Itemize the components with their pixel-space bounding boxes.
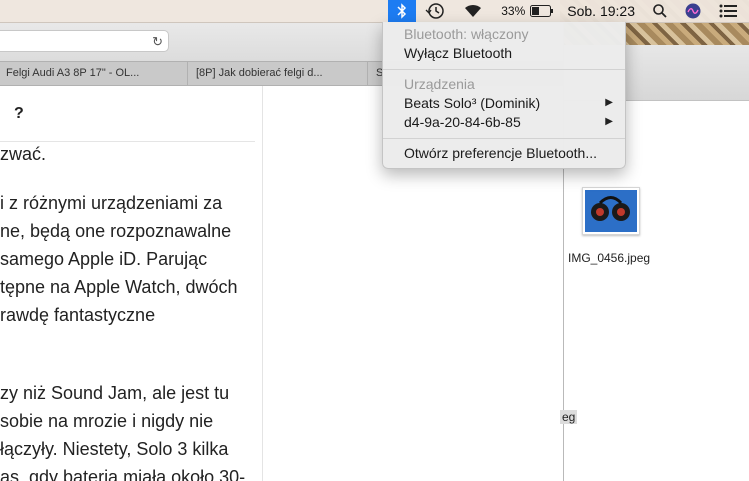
file-name-label-partial[interactable]: eg bbox=[560, 410, 578, 424]
device-name: d4-9a-20-84-6b-85 bbox=[404, 114, 521, 130]
address-bar[interactable]: ↻ bbox=[0, 30, 169, 52]
wifi-icon[interactable] bbox=[454, 0, 492, 22]
article-line: samego Apple iD. Parując bbox=[0, 249, 208, 269]
menu-separator bbox=[383, 69, 625, 70]
submenu-arrow-icon: ▶ bbox=[605, 97, 613, 108]
bluetooth-icon[interactable] bbox=[388, 0, 417, 22]
tab-jak-dobierac[interactable]: [8P] Jak dobierać felgi d... bbox=[188, 62, 368, 85]
bluetooth-status: Bluetooth: włączony bbox=[404, 26, 529, 42]
battery-icon bbox=[530, 5, 554, 17]
heading-fragment: ? bbox=[14, 105, 24, 122]
tab-felgi-audi[interactable]: Felgi Audi A3 8P 17" - OL... bbox=[0, 62, 188, 85]
device-name: Beats Solo³ (Dominik) bbox=[404, 95, 541, 111]
article-line: rawdę fantastyczne bbox=[0, 305, 156, 325]
article-column: ? zwać. i z różnymi urządzeniami za ne, … bbox=[0, 86, 263, 481]
submenu-arrow-icon: ▶ bbox=[605, 116, 613, 127]
article-line: i z różnymi urządzeniami za bbox=[0, 193, 223, 213]
notification-center-icon[interactable] bbox=[710, 0, 749, 22]
device-item-mac-address[interactable]: d4-9a-20-84-6b-85 bbox=[404, 113, 614, 132]
article-line: as, gdy bateria miała około 30- bbox=[0, 467, 246, 481]
menu-bar: 33% Sob. 19:23 bbox=[0, 0, 749, 23]
bluetooth-menu: Bluetooth: włączony Wyłącz Bluetooth Urz… bbox=[382, 22, 626, 169]
battery-percent: 33% bbox=[501, 4, 526, 18]
file-name-label: IMG_0456.jpeg bbox=[568, 251, 651, 265]
time-machine-icon[interactable] bbox=[416, 0, 454, 22]
spotlight-icon[interactable] bbox=[644, 0, 676, 22]
battery-status[interactable]: 33% bbox=[492, 0, 558, 22]
devices-header: Urządzenia bbox=[404, 76, 475, 92]
siri-icon[interactable] bbox=[676, 0, 710, 22]
article-line: tępne na Apple Watch, dwóch bbox=[0, 277, 238, 297]
turn-off-bluetooth-item[interactable]: Wyłącz Bluetooth bbox=[404, 44, 512, 63]
article-line: sobie na mrozie i nigdy nie bbox=[0, 411, 214, 431]
device-item-beats[interactable]: Beats Solo³ (Dominik) bbox=[404, 94, 614, 113]
open-bluetooth-preferences-item[interactable]: Otwórz preferencje Bluetooth... bbox=[404, 144, 597, 163]
divider bbox=[0, 141, 255, 142]
article-line: ne, będą one rozpoznawalne bbox=[0, 221, 232, 241]
image-file-icon[interactable] bbox=[582, 187, 640, 235]
article-line: łączyły. Niestety, Solo 3 kilka bbox=[0, 439, 229, 459]
article-line: zy niż Sound Jam, ale jest tu bbox=[0, 383, 230, 403]
article-line: zwać. bbox=[0, 144, 47, 164]
clock[interactable]: Sob. 19:23 bbox=[558, 0, 644, 22]
menu-separator bbox=[383, 138, 625, 139]
reload-icon[interactable]: ↻ bbox=[152, 34, 163, 50]
